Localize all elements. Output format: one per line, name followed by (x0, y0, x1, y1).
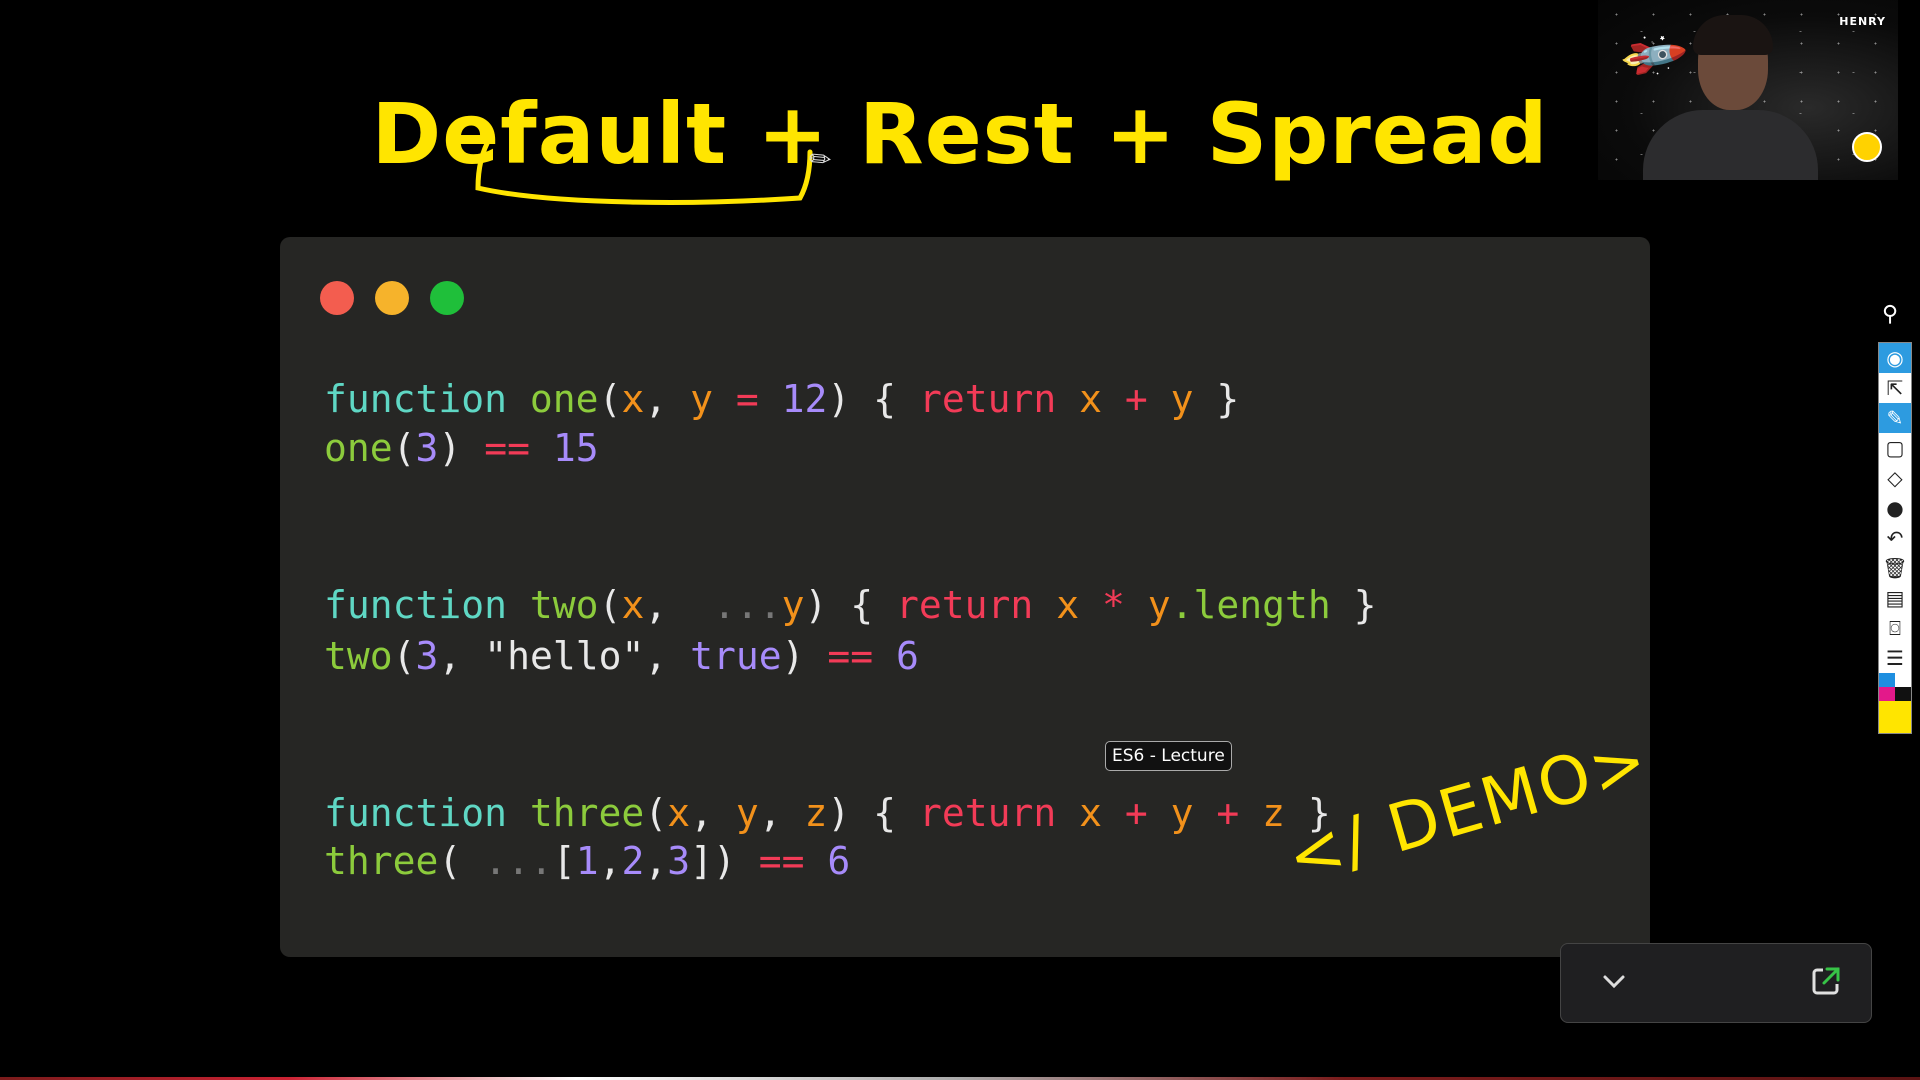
rectangle-icon[interactable]: ▢ (1879, 433, 1911, 463)
chevron-down-icon[interactable] (1599, 966, 1629, 996)
maximize-dot-icon (430, 281, 464, 315)
dot-icon[interactable]: ● (1879, 493, 1911, 523)
trash-icon[interactable]: 🗑 (1879, 553, 1911, 583)
code-line-1: function one(x, y = 12) { return x + y } (324, 377, 1240, 421)
code-line-2: one(3) == 15 (324, 426, 599, 470)
underline-annotation (475, 135, 813, 205)
code-line-5: function three(x, y, z) { return x + y +… (324, 791, 1331, 835)
undo-icon[interactable]: ↶ (1879, 523, 1911, 553)
cursor-icon[interactable]: ⇱ (1879, 373, 1911, 403)
floating-panel (1560, 943, 1872, 1023)
presenter-silhouette (1638, 15, 1818, 180)
whiteboard-icon[interactable]: ▤ (1879, 583, 1911, 613)
webcam-overlay: 🚀 HENRY (1598, 0, 1898, 180)
minimize-dot-icon (375, 281, 409, 315)
code-line-3: function two(x, ...y) { return x * y.len… (324, 583, 1377, 627)
close-dot-icon (320, 281, 354, 315)
badge-icon (1852, 132, 1882, 162)
webcam-name: HENRY (1839, 15, 1886, 28)
code-line-4: two(3, "hello", true) == 6 (324, 634, 919, 678)
window-tooltip: ES6 - Lecture (1105, 741, 1232, 771)
eye-icon[interactable]: ◉ (1879, 343, 1911, 373)
annotation-toolbar: ◉ ⇱ ✎ ▢ ◇ ● ↶ 🗑 ▤ ⌼ ☰ (1878, 342, 1912, 734)
clipboard-icon[interactable]: ☰ (1879, 643, 1911, 673)
code-line-6: three( ...[1,2,3]) == 6 (324, 839, 851, 883)
camera-icon[interactable]: ⌼ (1879, 613, 1911, 643)
eraser-icon[interactable]: ◇ (1879, 463, 1911, 493)
pen-pin-icon[interactable]: ⚲ (1882, 302, 1898, 327)
external-link-icon[interactable] (1809, 964, 1843, 998)
color-palette-icon[interactable] (1879, 673, 1911, 733)
highlighter-icon[interactable]: ✎ (1879, 403, 1911, 433)
